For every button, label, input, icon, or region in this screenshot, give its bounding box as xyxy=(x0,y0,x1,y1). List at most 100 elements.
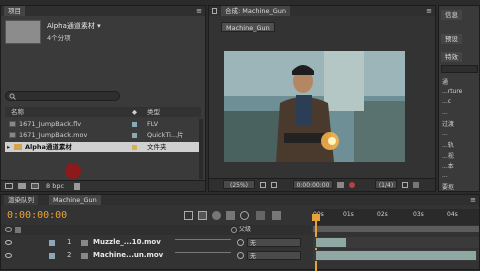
layer-number: 1 xyxy=(67,238,72,246)
motion-blur-icon[interactable] xyxy=(240,211,249,220)
ruler-label: 02s xyxy=(377,211,388,218)
right-panel: 信息 预设 特效 通 ...rture ...c ... 过渡 ... ...轨… xyxy=(438,5,480,192)
layer-switches[interactable] xyxy=(175,239,231,246)
film-icon xyxy=(9,132,16,138)
thumbnail xyxy=(5,20,41,44)
effects-item[interactable]: ... xyxy=(442,109,479,120)
parent-select[interactable]: 无 xyxy=(247,238,301,247)
time-ruler[interactable]: 00s 01s 02s 03s 04s xyxy=(313,209,479,225)
layer-row[interactable]: 1 Muzzle_...10.mov 无 xyxy=(1,237,311,248)
effects-item[interactable]: ...轨 xyxy=(442,140,479,151)
composition-panel: 合成: Machine_Gun ≡ Machine_Gun (25%) 0:00… xyxy=(208,5,436,192)
cursor-highlight xyxy=(65,163,81,179)
folder-name: Alpha通道素材 xyxy=(25,143,72,151)
interpret-footage-icon[interactable] xyxy=(5,183,13,189)
snapshot-icon[interactable] xyxy=(337,182,344,188)
comp-tab-machine-gun[interactable]: Machine_Gun xyxy=(221,22,275,32)
layer-name[interactable]: Muzzle_...10.mov xyxy=(93,237,161,248)
parent-circle-icon[interactable] xyxy=(237,239,244,246)
folder-row[interactable]: ▸ Alpha通道素材 文件夹 xyxy=(5,142,201,152)
layer-label-color-icon[interactable] xyxy=(49,253,55,259)
layer-label-color-icon[interactable] xyxy=(49,240,55,246)
composition-tabbar: 合成: Machine_Gun ≡ xyxy=(209,6,435,16)
video-scene xyxy=(224,51,405,162)
eye-icon[interactable] xyxy=(5,253,12,258)
search-input[interactable] xyxy=(5,91,120,101)
tab-project[interactable]: 项目 xyxy=(4,6,25,16)
playhead-head-icon[interactable] xyxy=(312,214,320,221)
fit-icon[interactable] xyxy=(260,182,266,188)
current-time-display[interactable]: 0:00:00:00 xyxy=(293,180,333,189)
video-preview[interactable] xyxy=(224,51,405,162)
tab-presets[interactable]: 预设 xyxy=(441,34,462,44)
column-name[interactable]: 名称 xyxy=(11,107,24,117)
project-panel: 项目 ≡ Alpha通道素材 ▾ 4个分项 名称 ◆ 类型 1671_JumpB… xyxy=(0,5,206,192)
frame-blend-icon[interactable] xyxy=(226,211,235,220)
panel-menu-icon[interactable]: ≡ xyxy=(426,6,432,16)
shy-icon[interactable] xyxy=(212,211,221,220)
label-color-icon[interactable] xyxy=(132,133,137,138)
lock-icon[interactable] xyxy=(212,8,217,14)
layer-column-header: 父级 xyxy=(1,225,311,235)
comp-mini-flowchart-icon[interactable] xyxy=(184,211,193,220)
effects-item[interactable]: 过渡 xyxy=(442,119,479,130)
layer-track xyxy=(313,250,479,261)
region-icon[interactable] xyxy=(402,182,408,188)
effects-item[interactable]: 通 xyxy=(442,77,479,88)
file-name: 1671_JumpBack.flv xyxy=(19,120,82,128)
panel-menu-icon[interactable]: ≡ xyxy=(196,6,202,16)
parent-pickwhip-icon xyxy=(231,227,237,233)
layer-row[interactable]: 2 Machine...un.mov 无 xyxy=(1,250,311,261)
grid-icon[interactable] xyxy=(271,182,277,188)
effects-search[interactable] xyxy=(441,65,478,73)
effects-item[interactable]: ...rture xyxy=(442,88,479,99)
parent-circle-icon[interactable] xyxy=(237,252,244,259)
graph-editor-icon[interactable] xyxy=(256,211,265,220)
project-toolbar: 8 bpc xyxy=(1,180,205,191)
file-row[interactable]: 1671_JumpBack.flv FLV xyxy=(5,119,201,129)
tab-effects[interactable]: 特效 xyxy=(441,52,462,62)
timeline-panel: 渲染队列 Machine_Gun ≡ 0:00:00:00 父级 1 Muzzl… xyxy=(0,194,480,271)
tab-composition[interactable]: 合成: Machine_Gun xyxy=(221,6,290,16)
item-name[interactable]: Alpha通道素材 ▾ xyxy=(47,21,101,31)
bpc-label[interactable]: 8 bpc xyxy=(46,181,64,191)
tab-timeline-machine-gun[interactable]: Machine_Gun xyxy=(49,195,101,205)
file-row[interactable]: 1671_JumpBack.mov QuickTi...片 xyxy=(5,130,201,140)
layer-switches[interactable] xyxy=(175,252,231,259)
timeline-timecode[interactable]: 0:00:00:00 xyxy=(7,210,67,221)
work-area-bar[interactable] xyxy=(313,226,479,232)
folder-type: 文件夹 xyxy=(147,143,167,151)
effects-item[interactable]: ...c xyxy=(442,98,479,109)
file-type: QuickTi...片 xyxy=(147,131,184,139)
column-type[interactable]: 类型 xyxy=(147,107,160,117)
expand-arrow-icon[interactable]: ▸ xyxy=(7,142,10,152)
layer-name[interactable]: Machine...un.mov xyxy=(93,250,163,261)
eye-icon[interactable] xyxy=(5,240,12,245)
trash-icon[interactable] xyxy=(74,183,80,190)
tab-info[interactable]: 信息 xyxy=(441,10,462,20)
effects-item[interactable]: 要抠 xyxy=(442,182,479,193)
timeline-switches xyxy=(184,210,309,221)
layer-bar[interactable] xyxy=(316,251,476,260)
label-color-icon[interactable] xyxy=(132,122,137,127)
zoom-select[interactable]: (25%) xyxy=(223,180,255,189)
draft-3d-icon[interactable] xyxy=(198,211,207,220)
effects-item[interactable]: ... xyxy=(442,130,479,141)
color-channel-icon[interactable] xyxy=(349,182,355,188)
panel-menu-icon[interactable]: ≡ xyxy=(470,195,476,205)
new-folder-icon[interactable] xyxy=(18,183,26,189)
resolution-select[interactable]: (1/4) xyxy=(375,180,397,189)
parent-select[interactable]: 无 xyxy=(247,251,301,260)
label-color-icon[interactable] xyxy=(132,145,137,150)
layer-bar[interactable] xyxy=(316,238,346,247)
ruler-label: 04s xyxy=(447,211,458,218)
effects-item[interactable]: ... xyxy=(442,172,479,183)
new-composition-icon[interactable] xyxy=(31,183,39,189)
effects-item[interactable]: ...视 xyxy=(442,151,479,162)
brainstorm-icon[interactable] xyxy=(272,211,281,220)
effects-item[interactable]: ...本 xyxy=(442,161,479,172)
layer-track xyxy=(313,237,479,248)
tab-render-queue[interactable]: 渲染队列 xyxy=(4,195,38,205)
project-scrollbar[interactable] xyxy=(199,119,203,179)
transparency-grid-icon[interactable] xyxy=(413,182,419,188)
